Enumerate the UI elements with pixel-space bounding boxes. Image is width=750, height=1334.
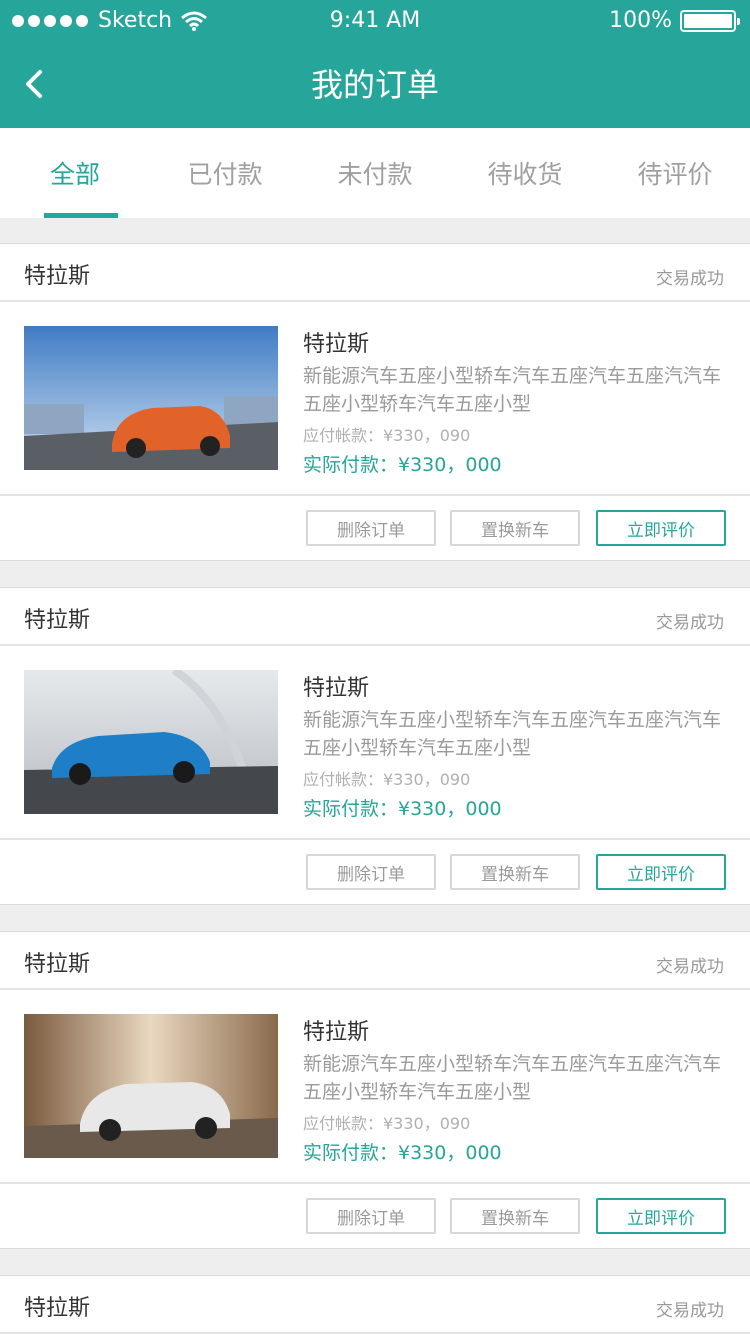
car-image <box>24 1014 278 1158</box>
page-title: 我的订单 <box>310 66 439 104</box>
order-actions: 删除订单 置换新车 立即评价 <box>0 840 750 904</box>
delete-order-button[interactable]: 删除订单 <box>306 1198 436 1234</box>
goods-title: 特拉斯 <box>303 676 370 701</box>
review-button[interactable]: 立即评价 <box>596 854 726 890</box>
order-tabs: 全部 已付款 未付款 待收货 待评价 <box>0 128 750 218</box>
review-button[interactable]: 立即评价 <box>596 1198 726 1234</box>
order-goods[interactable]: 特拉斯 新能源汽车五座小型轿车汽车五座汽车五座汽汽车五座小型轿车汽车五座小型 应… <box>0 302 750 496</box>
order-header: 特拉斯 交易成功 <box>0 244 750 302</box>
order-header: 特拉斯 交易成功 <box>0 932 750 990</box>
shop-name[interactable]: 特拉斯 <box>24 602 90 634</box>
order-status: 交易成功 <box>656 269 724 289</box>
amount-due: 应付帐款：¥330，090 <box>303 770 471 789</box>
order-card: 特拉斯 交易成功 特拉斯 新能源汽车五座小型轿车汽车五座汽车五座汽汽车五座小型轿… <box>0 587 750 905</box>
goods-desc: 新能源汽车五座小型轿车汽车五座汽车五座汽汽车五座小型轿车汽车五座小型 <box>303 1053 722 1103</box>
goods-title: 特拉斯 <box>303 1020 370 1045</box>
battery-percent: 100% <box>609 8 672 33</box>
tab-to-receive[interactable]: 待收货 <box>450 128 600 218</box>
order-goods[interactable]: 特拉斯 新能源汽车五座小型轿车汽车五座汽车五座汽汽车五座小型轿车汽车五座小型 应… <box>0 646 750 840</box>
amount-paid: 实际付款：¥330，000 <box>303 1142 502 1164</box>
shop-name[interactable]: 特拉斯 <box>24 946 90 978</box>
order-card: 特拉斯 交易成功 <box>0 1275 750 1334</box>
amount-paid: 实际付款：¥330，000 <box>303 454 502 476</box>
delete-order-button[interactable]: 删除订单 <box>306 510 436 546</box>
review-button[interactable]: 立即评价 <box>596 510 726 546</box>
goods-title: 特拉斯 <box>303 332 370 357</box>
order-status: 交易成功 <box>656 957 724 977</box>
order-actions: 删除订单 置换新车 立即评价 <box>0 1184 750 1248</box>
amount-paid: 实际付款：¥330，000 <box>303 798 502 820</box>
battery-icon <box>680 9 740 32</box>
order-card: 特拉斯 交易成功 特拉斯 新能源汽车五座小型轿车汽车五座汽车五座汽汽车五座小型轿… <box>0 243 750 561</box>
order-goods[interactable]: 特拉斯 新能源汽车五座小型轿车汽车五座汽车五座汽汽车五座小型轿车汽车五座小型 应… <box>0 990 750 1184</box>
order-status: 交易成功 <box>656 613 724 633</box>
order-header: 特拉斯 交易成功 <box>0 1276 750 1334</box>
delete-order-button[interactable]: 删除订单 <box>306 854 436 890</box>
order-status: 交易成功 <box>656 1301 724 1321</box>
trade-in-button[interactable]: 置换新车 <box>450 510 580 546</box>
car-image <box>24 326 278 470</box>
order-card: 特拉斯 交易成功 特拉斯 新能源汽车五座小型轿车汽车五座汽车五座汽汽车五座小型轿… <box>0 931 750 1249</box>
car-image <box>24 670 278 814</box>
battery-group: 100% <box>609 8 740 33</box>
trade-in-button[interactable]: 置换新车 <box>450 854 580 890</box>
order-header: 特拉斯 交易成功 <box>0 588 750 646</box>
amount-due: 应付帐款：¥330，090 <box>303 426 471 445</box>
goods-desc: 新能源汽车五座小型轿车汽车五座汽车五座汽汽车五座小型轿车汽车五座小型 <box>303 709 722 759</box>
tab-all[interactable]: 全部 <box>0 128 150 218</box>
goods-desc: 新能源汽车五座小型轿车汽车五座汽车五座汽汽车五座小型轿车汽车五座小型 <box>303 365 722 415</box>
shop-name[interactable]: 特拉斯 <box>24 258 90 290</box>
trade-in-button[interactable]: 置换新车 <box>450 1198 580 1234</box>
tab-paid[interactable]: 已付款 <box>150 128 300 218</box>
order-actions: 删除订单 置换新车 立即评价 <box>0 496 750 560</box>
app-header: Sketch 9:41 AM 100% 我的订单 <box>0 0 750 128</box>
shop-name[interactable]: 特拉斯 <box>24 1290 90 1322</box>
amount-due: 应付帐款：¥330，090 <box>303 1114 471 1133</box>
tab-to-review[interactable]: 待评价 <box>600 128 750 218</box>
tab-unpaid[interactable]: 未付款 <box>300 128 450 218</box>
status-bar: Sketch 9:41 AM 100% <box>0 0 750 44</box>
